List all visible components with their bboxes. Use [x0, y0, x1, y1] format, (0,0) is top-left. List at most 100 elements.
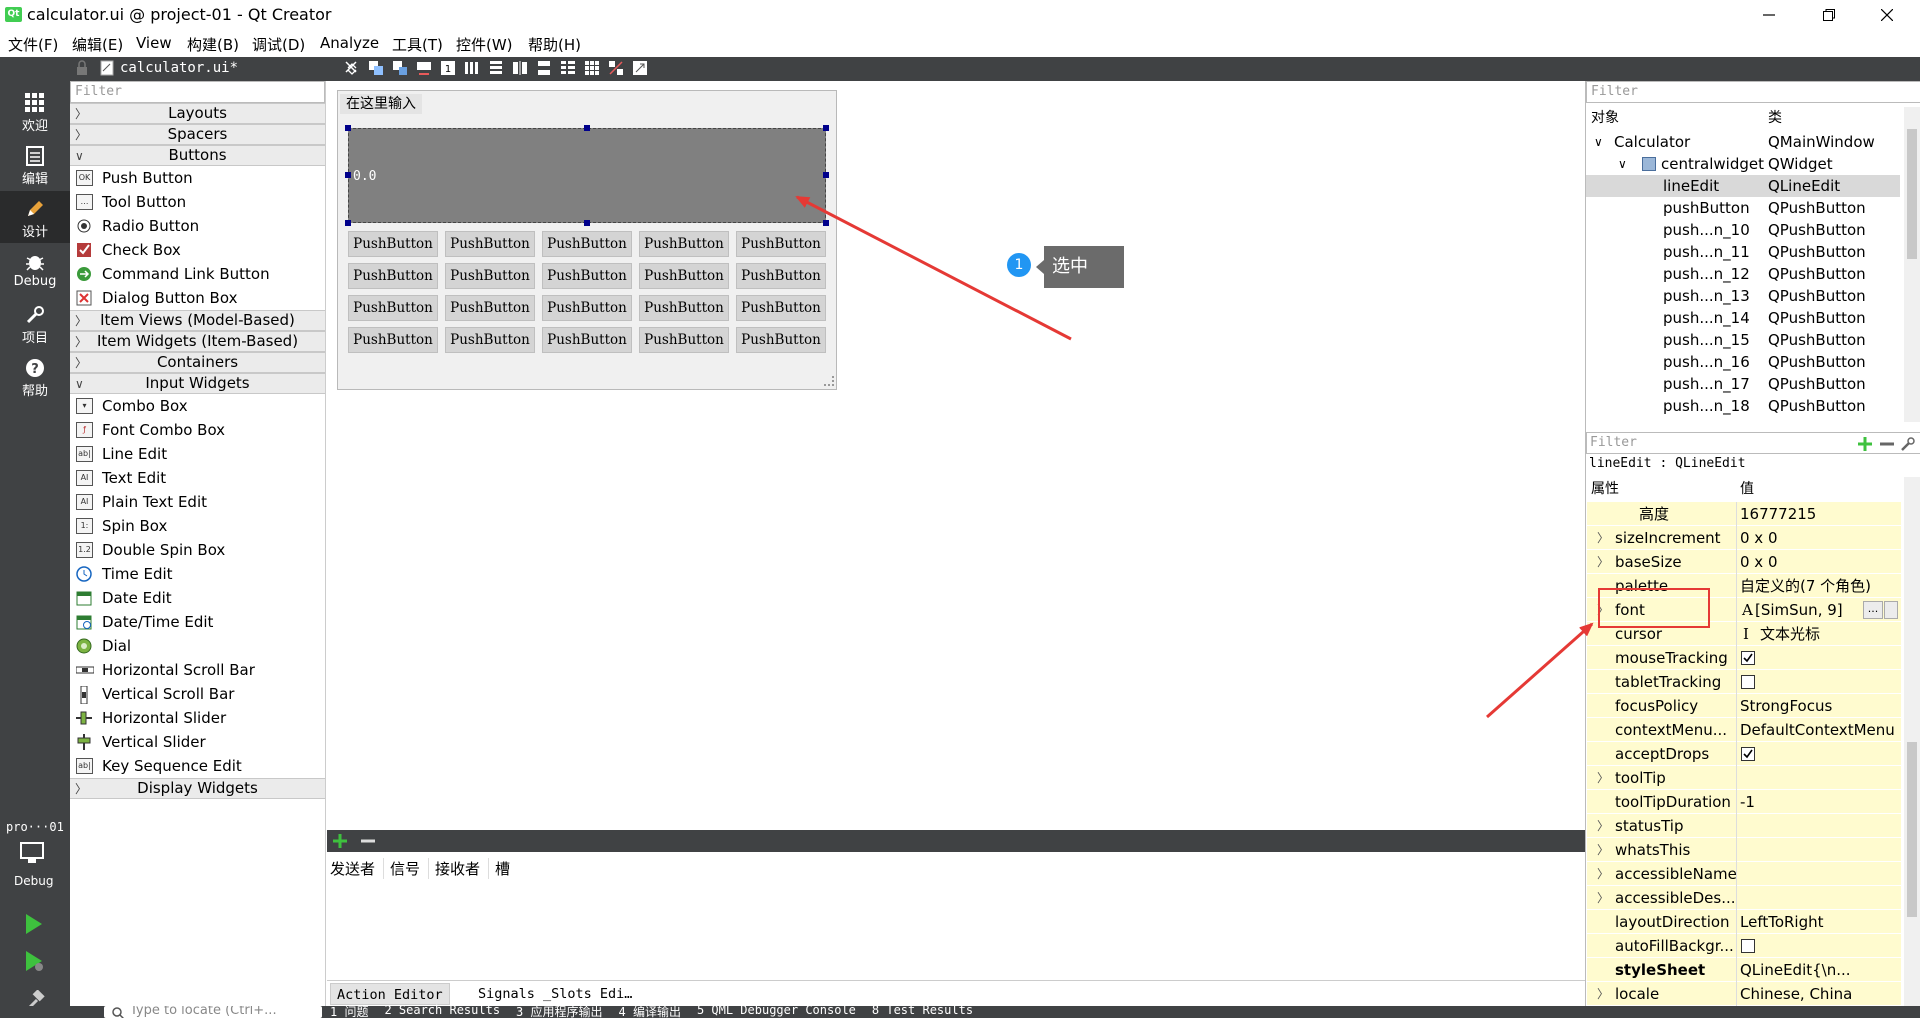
property-row[interactable]: 〉 sizeIncrement 0 x 0 — [1587, 526, 1901, 550]
property-row[interactable]: acceptDrops — [1587, 742, 1901, 766]
widget-radio-button[interactable]: Radio Button — [70, 214, 325, 238]
resize-handle[interactable] — [584, 220, 590, 226]
kit-project[interactable]: pro···01 — [6, 820, 64, 834]
menu-help[interactable]: 帮助(H) — [528, 34, 581, 55]
tab-action-editor[interactable]: Action Editor — [330, 983, 450, 1005]
widget-hslider[interactable]: Horizontal Slider — [70, 706, 325, 730]
mode-edit[interactable]: 编辑 — [0, 138, 70, 190]
menu-input-label[interactable]: 在这里输入 — [340, 94, 422, 114]
widget-filter-input[interactable]: Filter — [70, 81, 325, 103]
resize-handle[interactable] — [345, 125, 351, 131]
push-button[interactable]: PushButton — [542, 263, 632, 289]
object-row[interactable]: push...n_14 QPushButton — [1586, 307, 1900, 329]
output-app-output[interactable]: 3 应用程序输出 — [516, 1003, 602, 1020]
category-containers[interactable]: 〉 Containers — [70, 352, 325, 373]
property-value[interactable]: -1 — [1740, 790, 1755, 814]
object-row[interactable]: push...n_18 QPushButton — [1586, 395, 1900, 417]
push-button[interactable]: PushButton — [445, 263, 535, 289]
property-row[interactable]: 〉 locale Chinese, China — [1587, 982, 1901, 1006]
widget-time-edit[interactable]: Time Edit — [70, 562, 325, 586]
menu-analyze[interactable]: Analyze — [320, 34, 379, 52]
widget-push-button[interactable]: OK Push Button — [70, 166, 325, 190]
property-row[interactable]: mouseTracking — [1587, 646, 1901, 670]
push-button[interactable]: PushButton — [736, 295, 826, 321]
property-value[interactable]: 0 x 0 — [1740, 526, 1778, 550]
category-item-views[interactable]: 〉 Item Views (Model-Based) — [70, 310, 325, 331]
widget-double-spin-box[interactable]: 1.2 Double Spin Box — [70, 538, 325, 562]
chevron-right-icon[interactable]: 〉 — [1597, 550, 1609, 574]
layout-vertical-icon[interactable] — [488, 60, 504, 76]
widget-datetime-edit[interactable]: Date/Time Edit — [70, 610, 325, 634]
property-row[interactable]: 〉 toolTip — [1587, 766, 1901, 790]
object-row[interactable]: lineEdit QLineEdit — [1586, 175, 1900, 197]
mode-projects[interactable]: 项目 — [0, 297, 70, 349]
property-checkbox[interactable] — [1741, 675, 1755, 689]
chevron-right-icon[interactable]: 〉 — [1597, 526, 1609, 550]
widget-vscrollbar[interactable]: Vertical Scroll Bar — [70, 682, 325, 706]
object-row[interactable]: ∨ centralwidget QWidget — [1586, 153, 1900, 175]
edit-widgets-icon[interactable] — [368, 60, 384, 76]
layout-grid-icon[interactable] — [584, 60, 600, 76]
widget-line-edit[interactable]: ab| Line Edit — [70, 442, 325, 466]
push-button[interactable]: PushButton — [348, 263, 438, 289]
push-button[interactable]: PushButton — [736, 231, 826, 257]
reset-property-button[interactable] — [1884, 601, 1898, 619]
property-checkbox[interactable] — [1741, 939, 1755, 953]
header-receiver[interactable]: 接收者 — [429, 858, 490, 879]
menu-view[interactable]: View — [136, 34, 172, 52]
property-row[interactable]: 〉 baseSize 0 x 0 — [1587, 550, 1901, 574]
maximize-button[interactable] — [1806, 0, 1852, 30]
property-row[interactable]: styleSheet QLineEdit{\n... — [1587, 958, 1901, 982]
object-row[interactable]: pushButton QPushButton — [1586, 197, 1900, 219]
push-button[interactable]: PushButton — [639, 295, 729, 321]
chevron-right-icon[interactable]: 〉 — [1597, 886, 1609, 910]
chevron-right-icon[interactable]: 〉 — [1597, 862, 1609, 886]
property-row[interactable]: autoFillBackgr... — [1587, 934, 1901, 958]
close-button[interactable] — [1864, 0, 1910, 30]
minimize-button[interactable] — [1746, 0, 1792, 30]
adjust-size-icon[interactable] — [632, 60, 648, 76]
object-row[interactable]: push...n_15 QPushButton — [1586, 329, 1900, 351]
header-property[interactable]: 属性 — [1591, 477, 1619, 501]
edit-signals-icon[interactable] — [392, 60, 408, 76]
widget-plain-text-edit[interactable]: AI Plain Text Edit — [70, 490, 325, 514]
property-value[interactable]: Chinese, China — [1740, 982, 1852, 1006]
settings-wrench-icon[interactable] — [1900, 436, 1916, 452]
debug-run-button[interactable] — [24, 950, 46, 972]
menu-tools[interactable]: 工具(T) — [392, 34, 443, 55]
output-test-results[interactable]: 8 Test Results — [872, 1003, 973, 1020]
property-checkbox[interactable] — [1741, 747, 1755, 761]
property-value[interactable]: QLineEdit{\n... — [1740, 958, 1851, 982]
line-edit-display[interactable]: 0.0 — [345, 125, 829, 226]
widget-hscrollbar[interactable]: Horizontal Scroll Bar — [70, 658, 325, 682]
property-value[interactable]: LeftToRight — [1740, 910, 1824, 934]
mode-debug[interactable]: Debug — [0, 244, 70, 296]
category-item-widgets[interactable]: 〉 Item Widgets (Item-Based) — [70, 331, 325, 352]
header-object[interactable]: 对象 — [1591, 107, 1619, 129]
property-row[interactable]: layoutDirection LeftToRight — [1587, 910, 1901, 934]
category-buttons[interactable]: ∨ Buttons — [70, 145, 325, 166]
widget-font-combo-box[interactable]: ƒ Font Combo Box — [70, 418, 325, 442]
chevron-right-icon[interactable]: 〉 — [1597, 982, 1609, 1006]
menu-edit[interactable]: 编辑(E) — [72, 34, 123, 55]
form-resize-grip[interactable] — [824, 376, 834, 386]
widget-vslider[interactable]: Vertical Slider — [70, 730, 325, 754]
output-search-results[interactable]: 2 Search Results — [384, 1003, 500, 1020]
mode-design[interactable]: 设计 — [0, 191, 70, 243]
menu-build[interactable]: 构建(B) — [187, 34, 239, 55]
chevron-down-icon[interactable]: ∨ — [1618, 153, 1627, 175]
property-row[interactable]: 〉 accessibleName — [1587, 862, 1901, 886]
push-button[interactable]: PushButton — [348, 295, 438, 321]
property-row[interactable]: tabletTracking — [1587, 670, 1901, 694]
remove-connection-icon[interactable] — [360, 833, 376, 849]
header-slot[interactable]: 槽 — [489, 858, 516, 879]
resize-handle[interactable] — [584, 125, 590, 131]
kit-build-mode[interactable]: Debug — [14, 874, 53, 888]
property-row[interactable]: focusPolicy StrongFocus — [1587, 694, 1901, 718]
property-checkbox[interactable] — [1741, 651, 1755, 665]
push-button[interactable]: PushButton — [348, 327, 438, 353]
widget-text-edit[interactable]: AI Text Edit — [70, 466, 325, 490]
widget-spin-box[interactable]: 1: Spin Box — [70, 514, 325, 538]
property-value[interactable]: 0 x 0 — [1740, 550, 1778, 574]
object-filter-input[interactable]: Filter — [1586, 81, 1920, 103]
